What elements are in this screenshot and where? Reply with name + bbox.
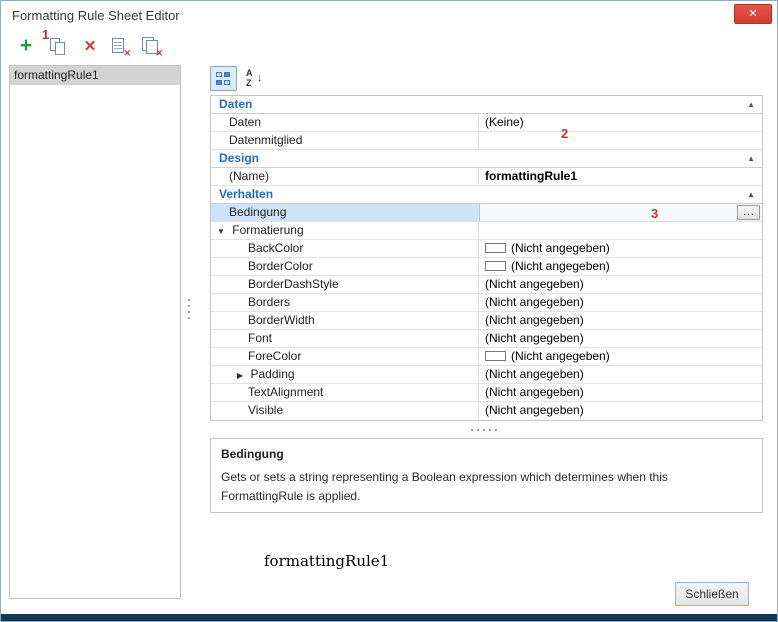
property-row-borderwidth[interactable]: BorderWidth (Nicht angegeben) [211, 312, 762, 330]
property-value: (Nicht angegeben) [485, 295, 584, 309]
rule-list: formattingRule1 [9, 65, 181, 599]
property-value: (Nicht angegeben) [511, 241, 610, 255]
property-row-bedingung[interactable]: Bedingung … [211, 204, 762, 222]
property-row-borderdashstyle[interactable]: BorderDashStyle (Nicht angegeben) [211, 276, 762, 294]
property-label: Bedingung [229, 205, 286, 219]
category-row-design[interactable]: Design ▲ [211, 150, 762, 168]
group-row-formatierung[interactable]: ▼ Formatierung [211, 222, 762, 240]
property-value: (Nicht angegeben) [511, 349, 610, 363]
document-delete-icon: ✕ [107, 34, 133, 60]
collapse-arrow-icon[interactable]: ▲ [747, 186, 755, 203]
close-icon: ✕ [748, 8, 757, 20]
horizontal-splitter[interactable] [469, 427, 503, 433]
schliessen-button-label: Schließen [685, 587, 738, 601]
property-label: Visible [248, 403, 283, 417]
property-value: (Nicht angegeben) [485, 385, 584, 399]
ellipsis-button[interactable]: … [737, 205, 760, 220]
remove-all-sheets-button[interactable]: ✕ [139, 34, 165, 60]
annotation-1: 1 [42, 27, 49, 42]
property-value: (Nicht angegeben) [485, 403, 584, 417]
property-label: BorderDashStyle [248, 277, 339, 291]
annotation-2: 2 [561, 126, 568, 141]
formatting-rule-sheet-editor-window: Formatting Rule Sheet Editor ✕ + ✕ ✕ [0, 0, 778, 622]
rule-list-item[interactable]: formattingRule1 [10, 66, 180, 85]
expanded-triangle-icon[interactable]: ▼ [217, 227, 225, 236]
delete-rule-button[interactable]: ✕ [77, 34, 103, 60]
property-value: (Nicht angegeben) [485, 331, 584, 345]
property-label: Daten [229, 115, 261, 129]
property-row-font[interactable]: Font (Nicht angegeben) [211, 330, 762, 348]
rule-preview-text: formattingRule1 [264, 552, 389, 570]
property-grid: Daten ▲ Daten (Keine) Datenmitglied Desi… [210, 95, 763, 421]
property-value: (Keine) [485, 115, 524, 129]
collapsed-triangle-icon[interactable]: ▶ [237, 371, 243, 380]
description-title: Bedingung [221, 447, 284, 461]
collapse-arrow-icon[interactable]: ▲ [747, 96, 755, 113]
categorized-view-button[interactable] [210, 66, 237, 91]
category-row-daten[interactable]: Daten ▲ [211, 96, 762, 114]
property-row-name[interactable]: (Name) formattingRule1 [211, 168, 762, 186]
property-label: ForeColor [248, 349, 301, 363]
category-row-verhalten[interactable]: Verhalten ▲ [211, 186, 762, 204]
property-label: BorderColor [248, 259, 313, 273]
titlebar: Formatting Rule Sheet Editor ✕ [1, 1, 777, 31]
annotation-3: 3 [651, 206, 658, 221]
property-row-textalignment[interactable]: TextAlignment (Nicht angegeben) [211, 384, 762, 402]
plus-icon: + [13, 34, 39, 58]
property-row-forecolor[interactable]: ForeColor (Nicht angegeben) [211, 348, 762, 366]
window-bottom-border [1, 614, 777, 621]
category-label: Design [219, 150, 259, 167]
property-row-datenmitglied[interactable]: Datenmitglied [211, 132, 762, 150]
property-row-borders[interactable]: Borders (Nicht angegeben) [211, 294, 762, 312]
description-text: Gets or sets a string representing a Boo… [221, 468, 750, 505]
property-value: (Nicht angegeben) [485, 367, 584, 381]
property-label: Font [248, 331, 272, 345]
property-label: (Name) [229, 169, 269, 183]
property-label: Padding [251, 367, 295, 381]
category-label: Daten [219, 96, 252, 113]
property-label: BackColor [248, 241, 303, 255]
categorized-icon [216, 72, 231, 86]
window-close-button[interactable]: ✕ [734, 4, 772, 24]
property-value: formattingRule1 [485, 169, 577, 183]
sort-az-icon: A [246, 68, 253, 78]
property-value: (Nicht angegeben) [485, 277, 584, 291]
alphabetical-view-button[interactable]: A Z ↓ [241, 66, 268, 91]
remove-sheet-button[interactable]: ✕ [107, 34, 133, 60]
property-row-bordercolor[interactable]: BorderColor (Nicht angegeben) [211, 258, 762, 276]
property-label: BorderWidth [248, 313, 315, 327]
delete-icon: ✕ [77, 34, 103, 60]
property-label: Datenmitglied [229, 133, 302, 147]
property-label: Borders [248, 295, 290, 309]
property-label: Formatierung [232, 223, 303, 237]
property-value: (Nicht angegeben) [511, 259, 610, 273]
property-value: (Nicht angegeben) [485, 313, 584, 327]
schliessen-button[interactable]: Schließen [675, 582, 749, 606]
vertical-splitter[interactable] [186, 297, 192, 323]
property-row-backcolor[interactable]: BackColor (Nicht angegeben) [211, 240, 762, 258]
description-panel: Bedingung Gets or sets a string represen… [210, 438, 763, 513]
window-title: Formatting Rule Sheet Editor [12, 8, 180, 23]
property-row-visible[interactable]: Visible (Nicht angegeben) [211, 402, 762, 420]
ellipsis-icon: … [743, 204, 755, 218]
property-label: TextAlignment [248, 385, 323, 399]
color-swatch [485, 351, 506, 361]
property-row-padding[interactable]: ▶ Padding (Nicht angegeben) [211, 366, 762, 384]
color-swatch [485, 261, 506, 271]
property-row-daten[interactable]: Daten (Keine) [211, 114, 762, 132]
collapse-arrow-icon[interactable]: ▲ [747, 150, 755, 167]
category-label: Verhalten [219, 186, 273, 203]
color-swatch [485, 243, 506, 253]
add-rule-button[interactable]: + [13, 34, 39, 60]
documents-delete-icon: ✕ [139, 34, 165, 60]
